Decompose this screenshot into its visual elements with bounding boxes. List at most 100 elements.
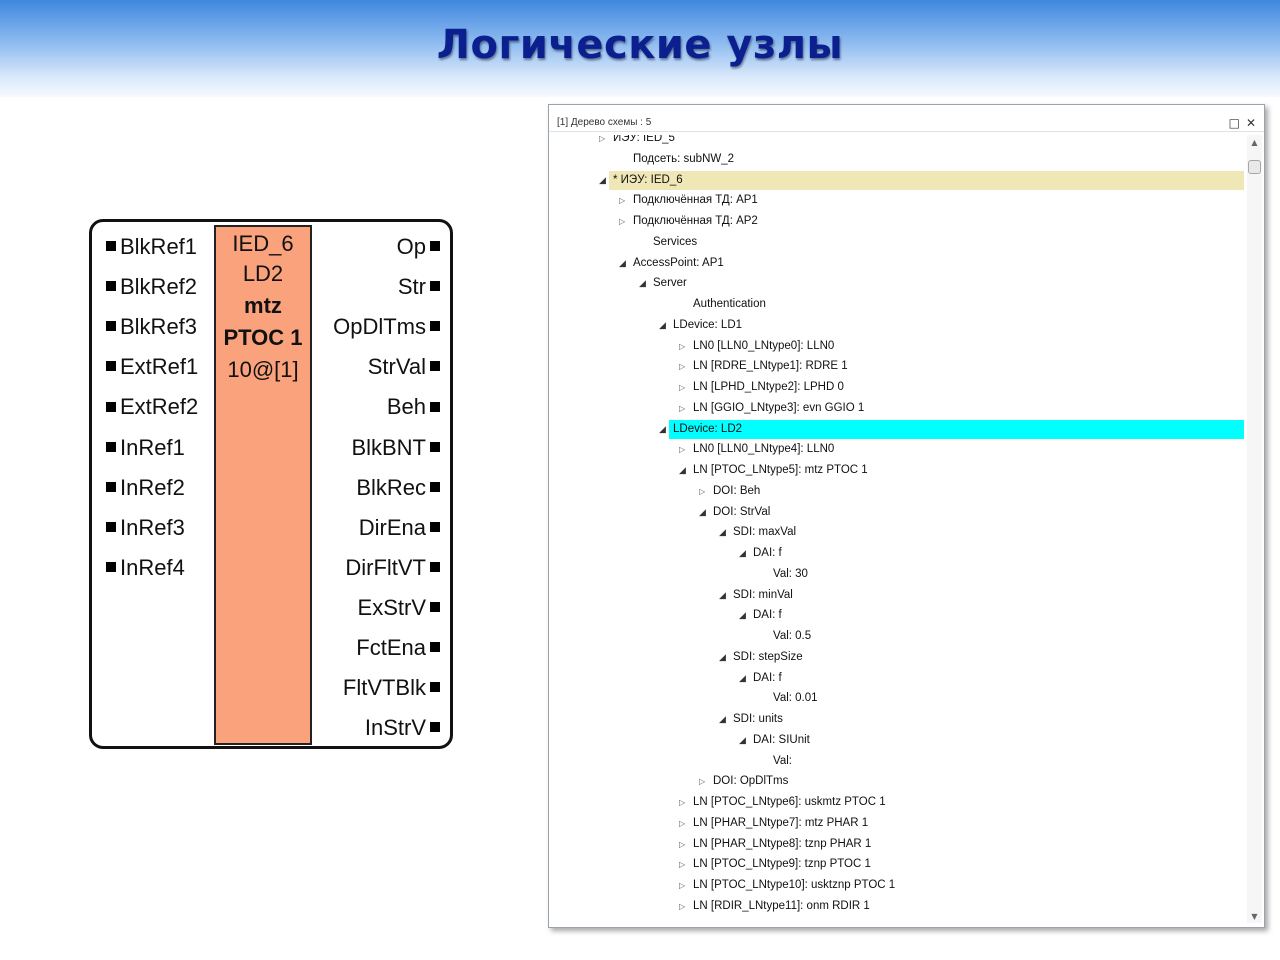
- collapsed-arrow-icon[interactable]: ▷: [679, 378, 685, 397]
- expanded-arrow-icon[interactable]: ◢: [699, 503, 706, 522]
- tree-node[interactable]: ▷ DOI: Beh: [553, 482, 1244, 501]
- expanded-arrow-icon[interactable]: ◢: [679, 461, 686, 480]
- output-port[interactable]: StrVal: [368, 354, 440, 380]
- input-port[interactable]: InRef3: [106, 515, 185, 541]
- tree-node[interactable]: Authentication: [553, 295, 1244, 314]
- tree-node[interactable]: ▷ LN [PTOC_LNtype10]: usktznp PTOC 1: [553, 876, 1244, 895]
- tree-node-label: SDI: maxVal: [733, 526, 797, 539]
- tree-node[interactable]: ◢ DAI: f: [553, 544, 1244, 563]
- expanded-arrow-icon[interactable]: ◢: [619, 254, 626, 273]
- collapsed-arrow-icon[interactable]: ▷: [679, 357, 685, 376]
- expanded-arrow-icon[interactable]: ◢: [719, 648, 726, 667]
- tree-node[interactable]: ◢ LDevice: LD1: [553, 316, 1244, 335]
- tree-node[interactable]: ◢ DOI: StrVal: [553, 503, 1244, 522]
- expanded-arrow-icon[interactable]: ◢: [739, 731, 746, 750]
- maximize-icon[interactable]: □: [1229, 116, 1240, 130]
- input-port[interactable]: InRef4: [106, 555, 185, 581]
- close-icon[interactable]: ✕: [1246, 116, 1256, 130]
- output-port[interactable]: DirEna: [359, 515, 440, 541]
- expanded-arrow-icon[interactable]: ◢: [719, 586, 726, 605]
- collapsed-arrow-icon[interactable]: ▷: [699, 772, 705, 791]
- tree-node[interactable]: Val: 0.5: [553, 627, 1244, 646]
- input-port[interactable]: ExtRef2: [106, 394, 198, 420]
- tree-node[interactable]: ◢ SDI: minVal: [553, 586, 1244, 605]
- tree-node[interactable]: ▷ LN0 [LLN0_LNtype0]: LLN0: [553, 337, 1244, 356]
- expanded-arrow-icon[interactable]: ◢: [739, 606, 746, 625]
- tree-node[interactable]: ▷ DOI: OpDlTms: [553, 772, 1244, 791]
- tree-node[interactable]: Val: 0.01: [553, 689, 1244, 708]
- output-port[interactable]: Str: [398, 274, 440, 300]
- output-port[interactable]: ExStrV: [358, 595, 440, 621]
- collapsed-arrow-icon[interactable]: ▷: [679, 814, 685, 833]
- tree-node[interactable]: ◢ DAI: f: [553, 606, 1244, 625]
- output-port[interactable]: DirFltVT: [345, 555, 440, 581]
- expanded-arrow-icon[interactable]: ◢: [739, 669, 746, 688]
- output-port[interactable]: Beh: [387, 394, 440, 420]
- tree-node[interactable]: ◢ AccessPoint: AP1: [553, 254, 1244, 273]
- collapsed-arrow-icon[interactable]: ▷: [619, 212, 625, 231]
- collapsed-arrow-icon[interactable]: ▷: [699, 482, 705, 501]
- collapsed-arrow-icon[interactable]: ▷: [679, 337, 685, 356]
- tree-node[interactable]: ◢ * ИЭУ: IED_6: [599, 170, 1244, 190]
- input-port[interactable]: BlkRef2: [106, 274, 197, 300]
- collapsed-arrow-icon[interactable]: ▷: [599, 135, 605, 148]
- output-port[interactable]: FctEna: [356, 635, 440, 661]
- tree-node[interactable]: Val:: [553, 752, 1244, 771]
- tree-node[interactable]: ▷ LN [GGIO_LNtype3]: evn GGIO 1: [553, 399, 1244, 418]
- collapsed-arrow-icon[interactable]: ▷: [679, 440, 685, 459]
- tree-node[interactable]: ◢ SDI: units: [553, 710, 1244, 729]
- collapsed-arrow-icon[interactable]: ▷: [679, 876, 685, 895]
- output-port[interactable]: Op: [397, 234, 440, 260]
- input-port[interactable]: BlkRef1: [106, 234, 197, 260]
- tree-node[interactable]: ▷ Подключённая ТД: AP2: [553, 212, 1244, 231]
- port-square-icon: [106, 481, 116, 492]
- output-port[interactable]: BlkRec: [356, 475, 440, 501]
- expanded-arrow-icon[interactable]: ◢: [719, 523, 726, 542]
- scroll-up-icon[interactable]: ▲: [1247, 138, 1262, 147]
- tree-node[interactable]: ◢ Server: [553, 274, 1244, 293]
- tree-node[interactable]: ▷ LN [RDRE_LNtype1]: RDRE 1: [553, 357, 1244, 376]
- tree-node[interactable]: ▷ LN0 [LLN0_LNtype4]: LLN0: [553, 440, 1244, 459]
- vertical-scrollbar[interactable]: [1247, 135, 1262, 923]
- expanded-arrow-icon[interactable]: ◢: [659, 316, 666, 335]
- tree-node[interactable]: ▷ LN [PHAR_LNtype7]: mtz PHAR 1: [553, 814, 1244, 833]
- output-port[interactable]: OpDlTms: [333, 314, 440, 340]
- tree-node[interactable]: ▷ LN [PTOC_LNtype9]: tznp PTOC 1: [553, 855, 1244, 874]
- expanded-arrow-icon[interactable]: ◢: [599, 171, 606, 190]
- tree-node[interactable]: ◢ LDevice: LD2: [659, 419, 1244, 439]
- expanded-arrow-icon[interactable]: ◢: [719, 710, 726, 729]
- tree-node[interactable]: ▷ LN [PTOC_LNtype6]: uskmtz PTOC 1: [553, 793, 1244, 812]
- collapsed-arrow-icon[interactable]: ▷: [679, 897, 685, 916]
- collapsed-arrow-icon[interactable]: ▷: [619, 191, 625, 210]
- collapsed-arrow-icon[interactable]: ▷: [679, 793, 685, 812]
- collapsed-arrow-icon[interactable]: ▷: [679, 399, 685, 418]
- scroll-thumb[interactable]: [1248, 160, 1261, 174]
- input-port[interactable]: ExtRef1: [106, 354, 198, 380]
- tree-node[interactable]: ▷ Подключённая ТД: AP1: [553, 191, 1244, 210]
- tree-node[interactable]: ◢ SDI: maxVal: [553, 523, 1244, 542]
- tree-node[interactable]: ▷ ИЭУ: IED_5: [553, 135, 1244, 148]
- input-port[interactable]: BlkRef3: [106, 314, 197, 340]
- scroll-down-icon[interactable]: ▼: [1247, 912, 1262, 921]
- collapsed-arrow-icon[interactable]: ▷: [679, 855, 685, 874]
- tree-node[interactable]: ▷ LN [RDIR_LNtype11]: onm RDIR 1: [553, 897, 1244, 916]
- output-port[interactable]: BlkBNT: [351, 435, 440, 461]
- input-port[interactable]: InRef1: [106, 435, 185, 461]
- tree-node[interactable]: Val: 30: [553, 565, 1244, 584]
- tree-node[interactable]: Services: [553, 233, 1244, 252]
- output-port[interactable]: InStrV: [365, 715, 440, 741]
- tree-node[interactable]: ◢ LN [PTOC_LNtype5]: mtz PTOC 1: [553, 461, 1244, 480]
- output-port[interactable]: FltVTBlk: [343, 675, 440, 701]
- expanded-arrow-icon[interactable]: ◢: [659, 420, 666, 439]
- tree-node[interactable]: ◢ DAI: f: [553, 669, 1244, 688]
- tree-node[interactable]: ▷ LN [LPHD_LNtype2]: LPHD 0: [553, 378, 1244, 397]
- collapsed-arrow-icon[interactable]: ▷: [679, 835, 685, 854]
- tree-node[interactable]: ◢ SDI: stepSize: [553, 648, 1244, 667]
- input-port[interactable]: InRef2: [106, 475, 185, 501]
- tree-node[interactable]: ◢ DAI: SIUnit: [553, 731, 1244, 750]
- tree-node[interactable]: ▷ LN [PHAR_LNtype8]: tznp PHAR 1: [553, 835, 1244, 854]
- tree-node[interactable]: Подсеть: subNW_2: [553, 150, 1244, 169]
- expanded-arrow-icon[interactable]: ◢: [639, 274, 646, 293]
- expanded-arrow-icon[interactable]: ◢: [739, 544, 746, 563]
- port-square-icon: [430, 361, 440, 372]
